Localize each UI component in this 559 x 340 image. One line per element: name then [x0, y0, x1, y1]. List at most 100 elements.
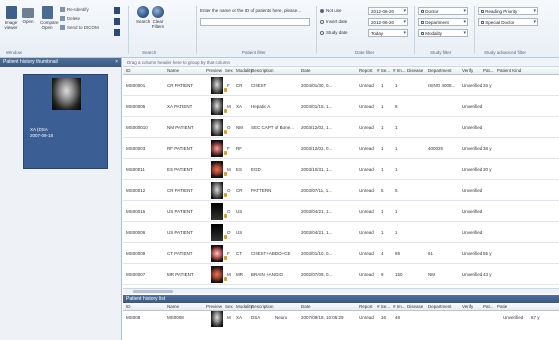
report-view-icon[interactable]: [114, 29, 120, 36]
column-header[interactable]: Sex: [225, 68, 233, 73]
cell-verify: Unverified: [462, 146, 483, 151]
column-header[interactable]: ID: [126, 304, 131, 309]
cell-report: Unread: [359, 188, 374, 193]
search-button[interactable]: Search: [136, 6, 150, 24]
cell-desc: CHEST: [251, 83, 267, 88]
column-header[interactable]: Pat...: [483, 68, 494, 73]
radio-insert-date[interactable]: Insert date: [320, 19, 347, 24]
table-row[interactable]: MS00005 XA PATIENT M XA Hepatic A. 2004/01/15…: [123, 97, 559, 117]
column-header[interactable]: Date: [301, 68, 311, 73]
column-header[interactable]: Sex: [225, 304, 233, 309]
doctor-select[interactable]: Doctor: [418, 7, 468, 15]
table-row[interactable]: MS00012 CR PATIENT O CR PATTERN 2003/07/11, 1…: [123, 181, 559, 201]
cell-report: Unread: [359, 209, 374, 214]
column-header[interactable]: Date: [301, 304, 311, 309]
column-header[interactable]: Description: [251, 68, 274, 73]
date-from-field-3[interactable]: Today: [368, 29, 408, 37]
column-header[interactable]: Department: [428, 304, 452, 309]
radio-not-use[interactable]: Not use: [320, 8, 342, 13]
ribbon-separator: [414, 6, 415, 54]
radio-study-date[interactable]: Study date: [320, 30, 348, 35]
checkbox-icon: [421, 10, 424, 13]
horizontal-scrollbar[interactable]: [123, 288, 559, 294]
reading-priority-select[interactable]: Reading Priority: [478, 7, 538, 15]
date-from-field-1[interactable]: 2012-06-20: [368, 7, 408, 15]
column-header[interactable]: Department: [428, 68, 452, 73]
cell-verify: Unverified: [462, 230, 483, 235]
cell-se: 1: [381, 209, 384, 214]
cell-se: 1: [381, 146, 384, 151]
checkbox-icon: [481, 21, 484, 24]
column-header[interactable]: Verify: [462, 68, 473, 73]
cell-im: 5: [395, 188, 398, 193]
detail-view-icon[interactable]: [114, 18, 120, 25]
column-header[interactable]: ID: [126, 68, 131, 73]
history-row[interactable]: MS008 MS0008 M XA DSA Neuro 2007/09/18, …: [123, 311, 559, 327]
cell-sex: O: [227, 188, 231, 193]
column-header[interactable]: Preview: [206, 68, 222, 73]
cell-verify: Unverified: [462, 251, 483, 256]
close-icon[interactable]: ×: [115, 59, 118, 66]
list-view-icon[interactable]: [114, 7, 120, 14]
patient-search-prompt: Enter the name or the ID of patients her…: [200, 8, 302, 13]
cell-id: MS00003: [126, 146, 146, 151]
cell-im: 1: [395, 230, 398, 235]
group-window: Window: [6, 50, 23, 55]
column-header[interactable]: Patient Kind: [497, 68, 521, 73]
column-header[interactable]: Disease: [407, 304, 423, 309]
column-header[interactable]: Description: [251, 304, 274, 309]
column-header[interactable]: # Se...: [377, 304, 390, 309]
cell-name: ES PATIENT: [167, 167, 193, 172]
column-header[interactable]: Verify: [462, 304, 473, 309]
cell-se: 1: [381, 104, 384, 109]
preview-thumbnail: [211, 245, 223, 262]
table-row[interactable]: MS000010 NM PATIENT O NM SEC CAPT of Bone...…: [123, 118, 559, 138]
special-doctor-select[interactable]: Special Doctor: [478, 18, 538, 26]
column-header[interactable]: Patie: [497, 304, 507, 309]
cell-date: 2002/07/09, 0...: [301, 272, 333, 277]
column-header[interactable]: # Im...: [393, 68, 406, 73]
compare-icon: [41, 6, 53, 19]
open-button[interactable]: Open: [22, 8, 34, 24]
column-header[interactable]: Disease: [407, 68, 423, 73]
delete-button[interactable]: Delete: [60, 16, 80, 21]
column-header[interactable]: # Im...: [393, 304, 406, 309]
table-row[interactable]: MS00001 CR PATIENT F CR CHEST 2004/01/30, 0..…: [123, 76, 559, 96]
table-row[interactable]: MS00011 ES PATIENT M ES EGD 2003/10/31, 1... U…: [123, 160, 559, 180]
column-header[interactable]: # Se...: [377, 68, 390, 73]
group-patient-filter: Patient filter: [242, 50, 266, 55]
cell-date: 2004/01/15, 1...: [301, 104, 333, 109]
column-header[interactable]: Report: [359, 68, 373, 73]
cell-desc: CHEST+ABDO+CE: [251, 251, 291, 256]
column-header[interactable]: Preview: [206, 304, 222, 309]
patient-search-input[interactable]: [200, 18, 310, 26]
image-viewer-button[interactable]: Image viewer: [3, 6, 19, 30]
cell-pat: 55 y: [483, 251, 492, 256]
table-row[interactable]: MS00003 RF PATIENT F RF 2003/12/02, 0... Unre…: [123, 139, 559, 159]
cell-mod: US: [236, 230, 243, 235]
cell-date: 2003/07/11, 1...: [301, 188, 332, 193]
re-identify-button[interactable]: Re-Identify: [60, 7, 89, 12]
cell-im: 85: [395, 251, 401, 256]
table-row[interactable]: MS00015 US PATIENT O US 2003/04/21, 1... Unre…: [123, 202, 559, 222]
column-header[interactable]: Name: [167, 304, 179, 309]
cell-name: US PATIENT: [167, 209, 193, 214]
cell-verify: Unverified: [462, 209, 483, 214]
table-row[interactable]: MS00006 US PATIENT O US 2003/04/21, 1... Unre…: [123, 223, 559, 243]
clear-filters-button[interactable]: Clear Filters: [151, 6, 165, 29]
date-from-field-2[interactable]: 2012-06-20: [368, 18, 408, 26]
modality-select[interactable]: Modality: [418, 29, 468, 37]
history-thumbnail[interactable]: XA (DSA 2007-09-18: [23, 74, 108, 169]
compare-open-button[interactable]: Compare Open: [40, 6, 59, 30]
column-header[interactable]: Name: [167, 68, 179, 73]
column-header[interactable]: Report: [359, 304, 373, 309]
department-select[interactable]: Department: [418, 18, 468, 26]
cell-verify: Unverified: [462, 167, 483, 172]
radio-icon: [320, 30, 324, 35]
table-row[interactable]: MS00007 MR PATIENT M MR BRAIN +ANGIO 2002/07/…: [123, 265, 559, 285]
table-row[interactable]: MS00008 CT PATIENT F CT CHEST+ABDO+CE 2003/01…: [123, 244, 559, 264]
send-to-dicom-button[interactable]: Send to DICOM: [60, 25, 99, 30]
scrollbar-thumb[interactable]: [133, 290, 173, 293]
column-header[interactable]: Pat...: [483, 304, 494, 309]
cell-desc: BRAIN +ANGIO: [251, 272, 284, 277]
